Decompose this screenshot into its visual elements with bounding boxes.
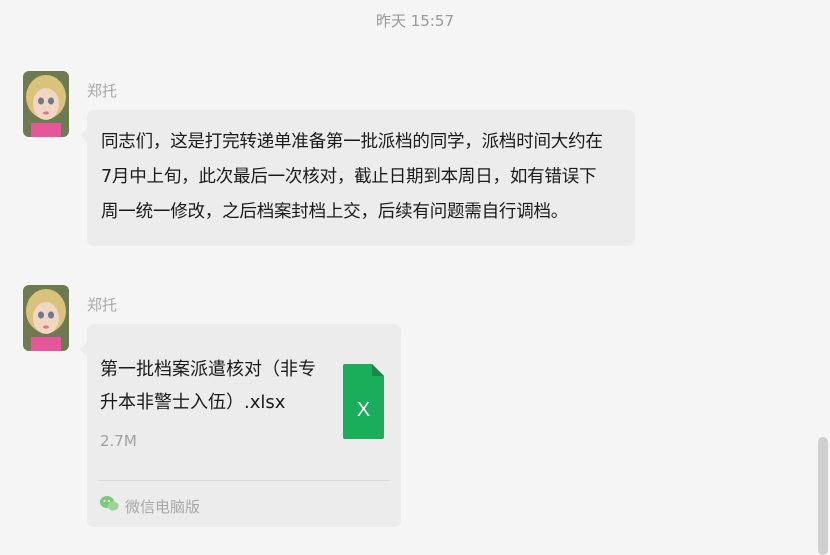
chat-timestamp: 昨天 15:57	[376, 12, 454, 30]
scrollbar[interactable]	[818, 437, 828, 555]
bubble-tail	[80, 342, 87, 356]
file-name-line: 第一批档案派遣核对（非专	[100, 359, 316, 380]
bubble-tail	[80, 128, 87, 142]
message-line: 7月中上旬，此次最后一次核对，截止日期到本周日，如有错误下	[101, 167, 597, 187]
file-message-bubble[interactable]: 第一批档案派遣核对（非专 升本非警士入伍）.xlsx 2.7M X 微信电脑版	[80, 324, 401, 527]
sender-name: 郑托	[87, 296, 118, 314]
file-size: 2.7M	[100, 432, 137, 450]
message-line: 周一统一修改，之后档案封档上交，后续有问题需自行调档。	[101, 202, 569, 222]
sender-avatar[interactable]	[23, 71, 69, 137]
excel-file-icon[interactable]: X	[343, 364, 384, 439]
source-text: 微信电脑版	[125, 497, 201, 516]
divider	[99, 480, 389, 481]
source-label: 微信电脑版	[99, 495, 200, 517]
file-name: 第一批档案派遣核对（非专 升本非警士入伍）.xlsx	[100, 353, 328, 419]
message-text: 同志们，这是打完转递单准备第一批派档的同学，派档时间大约在 7月中上旬，此次最后…	[101, 125, 631, 230]
text-message-bubble[interactable]: 同志们，这是打完转递单准备第一批派档的同学，派档时间大约在 7月中上旬，此次最后…	[80, 110, 635, 246]
file-icon-letter: X	[357, 399, 370, 421]
wechat-icon	[99, 495, 119, 517]
sender-avatar[interactable]	[23, 285, 69, 351]
message-line: 同志们，这是打完转递单准备第一批派档的同学，派档时间大约在	[101, 132, 603, 152]
sender-name: 郑托	[87, 82, 118, 100]
file-name-line: 升本非警士入伍）.xlsx	[100, 392, 286, 413]
